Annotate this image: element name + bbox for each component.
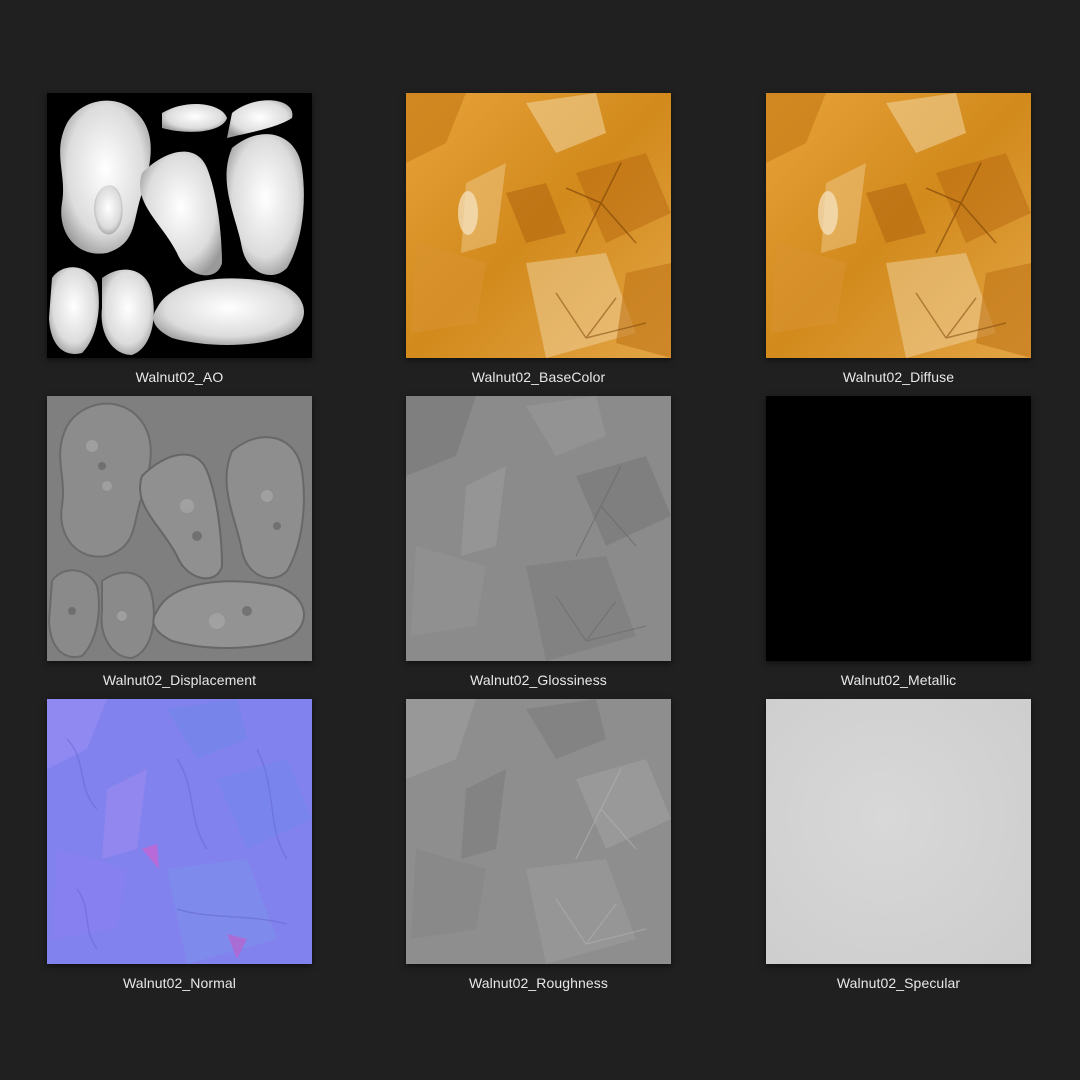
texture-label-glossiness: Walnut02_Glossiness	[470, 672, 607, 688]
basecolor-map-thumbnail[interactable]	[406, 93, 671, 358]
texture-label-diffuse: Walnut02_Diffuse	[842, 369, 955, 385]
texture-label-specular: Walnut02_Specular	[836, 975, 961, 991]
displacement-map-thumbnail[interactable]	[47, 396, 312, 661]
roughness-map-thumbnail[interactable]	[406, 699, 671, 964]
texture-label-ao: Walnut02_AO	[135, 369, 224, 385]
glossiness-map-thumbnail[interactable]	[406, 396, 671, 661]
texture-label-displacement: Walnut02_Displacement	[102, 672, 257, 688]
texture-label-roughness: Walnut02_Roughness	[468, 975, 609, 991]
displacement-map-image	[47, 396, 312, 661]
metallic-map-thumbnail[interactable]	[766, 396, 1031, 661]
normal-map-image	[47, 699, 312, 964]
specular-map-thumbnail[interactable]	[766, 699, 1031, 964]
texture-label-metallic: Walnut02_Metallic	[840, 672, 957, 688]
metallic-map-image	[766, 396, 1031, 661]
roughness-map-image	[406, 699, 671, 964]
diffuse-map-thumbnail[interactable]	[766, 93, 1031, 358]
texture-label-normal: Walnut02_Normal	[122, 975, 237, 991]
glossiness-map-image	[406, 396, 671, 661]
ao-map-thumbnail[interactable]	[47, 93, 312, 358]
diffuse-map-image	[766, 93, 1031, 358]
ao-map-image	[47, 93, 312, 358]
specular-map-image	[766, 699, 1031, 964]
texture-label-basecolor: Walnut02_BaseColor	[471, 369, 606, 385]
basecolor-map-image	[406, 93, 671, 358]
normal-map-thumbnail[interactable]	[47, 699, 312, 964]
